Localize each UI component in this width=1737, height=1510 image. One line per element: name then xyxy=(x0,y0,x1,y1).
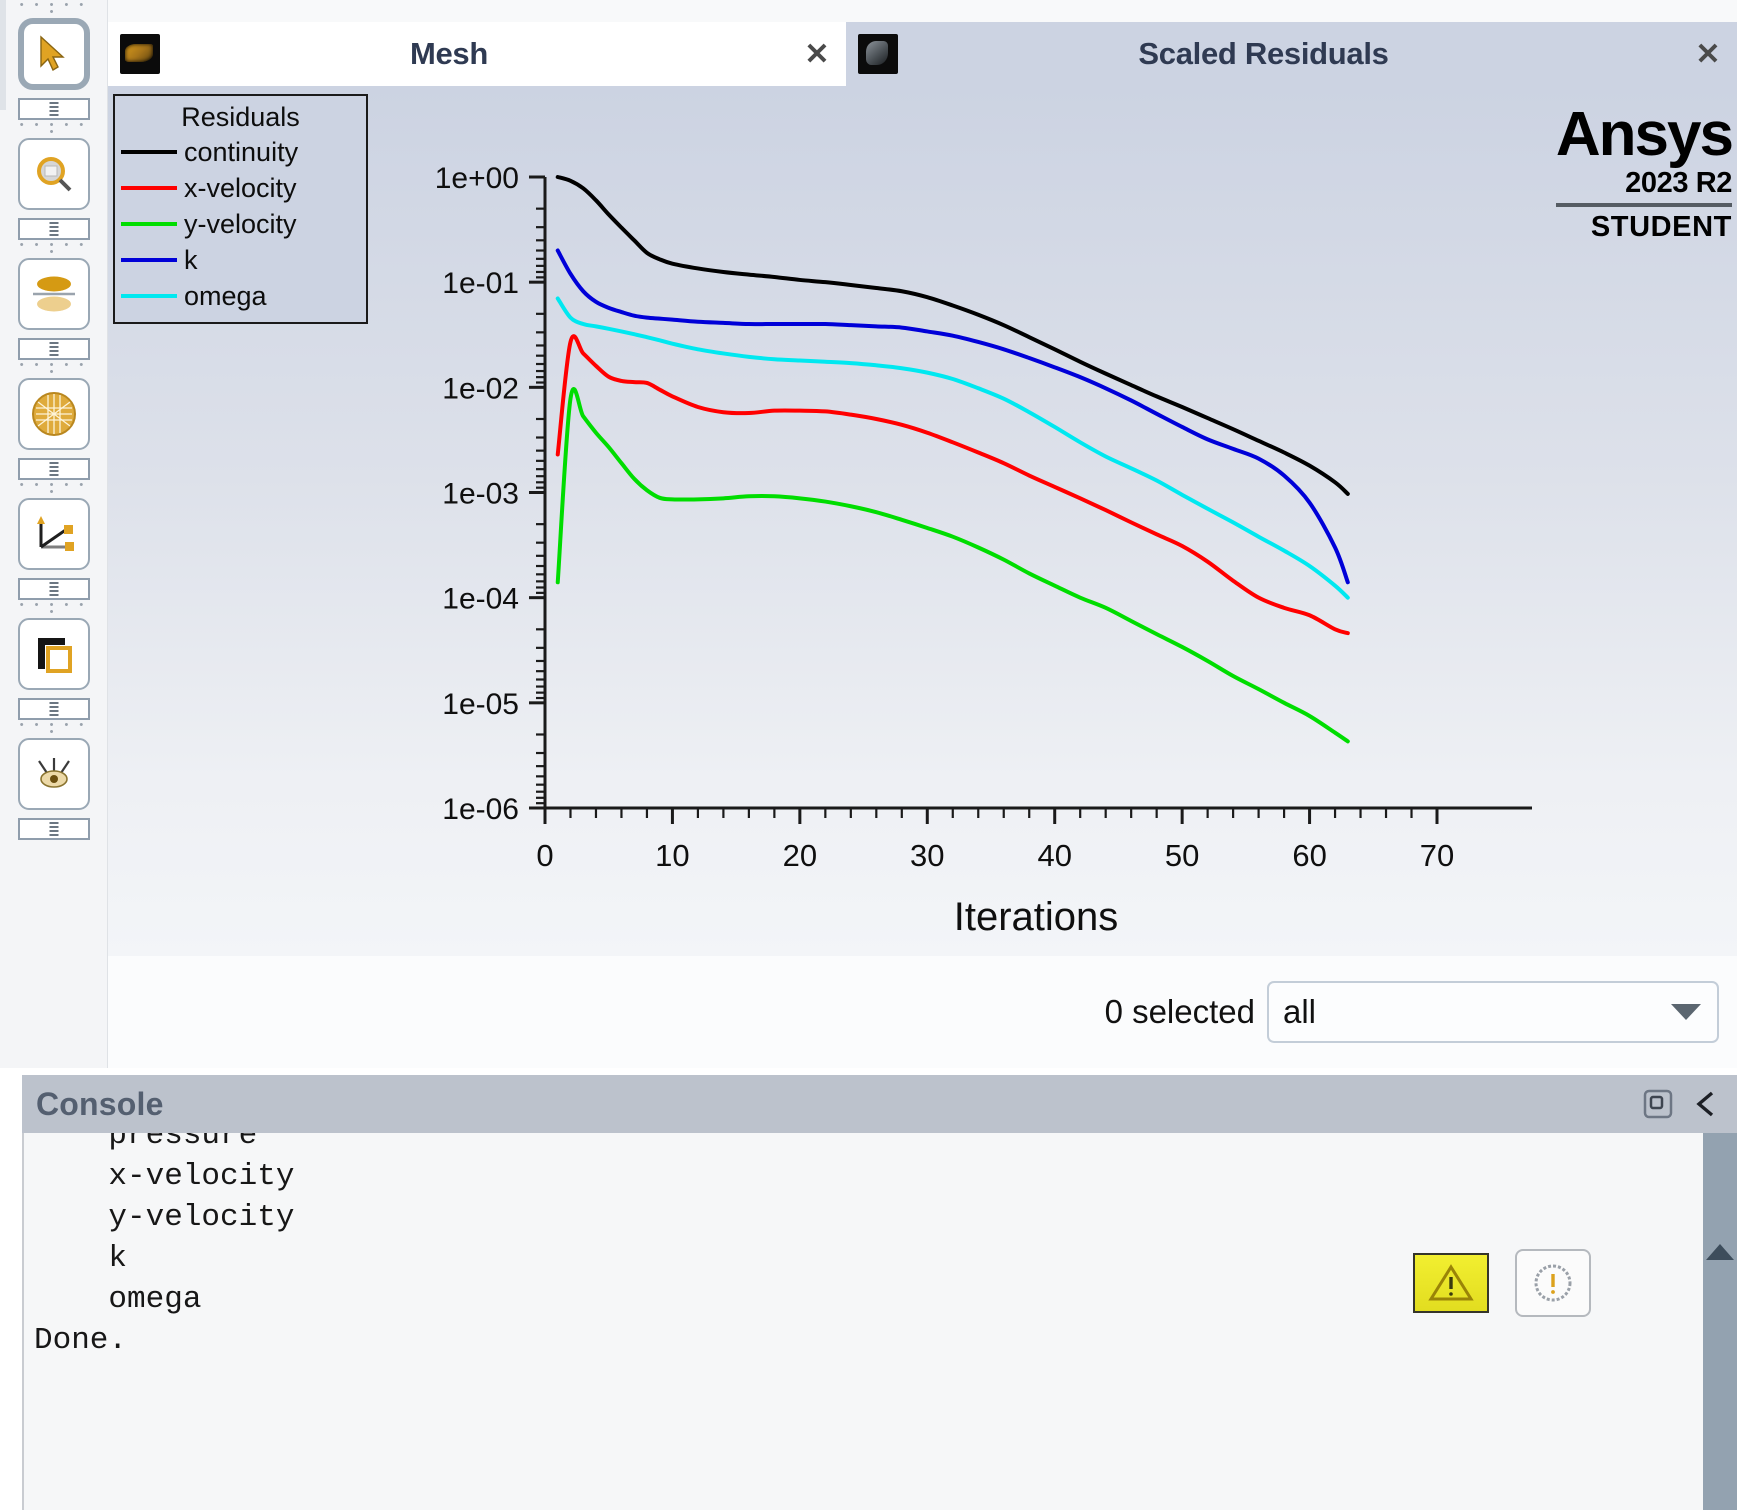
svg-text:30: 30 xyxy=(910,838,944,873)
console-output[interactable]: pressure x-velocity y-velocity k omega D… xyxy=(22,1133,1737,1510)
svg-text:1e-01: 1e-01 xyxy=(442,267,519,300)
chart-legend: Residuals continuity x-velocity y-veloci… xyxy=(113,94,368,324)
console-line: pressure xyxy=(34,1133,258,1153)
legend-item-y-velocity[interactable]: y-velocity xyxy=(115,206,366,242)
info-badge[interactable] xyxy=(1515,1249,1591,1317)
svg-text:10: 10 xyxy=(655,838,689,873)
svg-text:Iterations: Iterations xyxy=(954,895,1119,939)
console-title: Console xyxy=(36,1085,164,1122)
select-cursor-tool[interactable] xyxy=(17,18,90,90)
tab-mesh-close-icon[interactable]: ✕ xyxy=(788,37,846,72)
tab-mesh[interactable]: Mesh ✕ xyxy=(108,22,846,86)
residuals-plot-panel[interactable]: 1e+00 1e-01 1e-02 1e-03 1e-04 1e-05 1e-06 0 10 20… xyxy=(108,86,1737,956)
warning-badge[interactable] xyxy=(1413,1253,1489,1313)
toolbar-dots-2: • • • • • •• • • • • • xyxy=(19,120,88,136)
toolbar-dots-5: • • • • • •• • • • • • xyxy=(19,480,88,496)
toolbar-dots-4: • • • • • •• • • • • • xyxy=(19,360,88,376)
toolbar-dots-3: • • • • • •• • • • • • xyxy=(19,240,88,256)
legend-swatch-y-velocity xyxy=(121,222,177,226)
svg-text:70: 70 xyxy=(1420,838,1454,873)
chevron-left-icon[interactable] xyxy=(1693,1089,1723,1119)
ansys-version-text: 2023 R2 xyxy=(1625,167,1732,199)
ansys-brand-text: Ansys xyxy=(1555,100,1734,169)
axes-tool[interactable] xyxy=(17,498,90,570)
tab-mesh-label: Mesh xyxy=(409,36,489,71)
console-header: Console xyxy=(22,1075,1737,1133)
legend-item-omega[interactable]: omega xyxy=(115,278,366,314)
axes-tool-slider[interactable] xyxy=(17,578,90,600)
scroll-up-arrow-icon[interactable] xyxy=(1706,1244,1734,1260)
legend-swatch-x-velocity xyxy=(121,186,177,190)
view-tool[interactable] xyxy=(17,738,90,810)
mirror-planes-icon xyxy=(32,276,75,312)
legend-label-continuity: continuity xyxy=(184,136,299,167)
selection-bar: 0 selected all xyxy=(108,956,1737,1068)
mesh-tool-slider[interactable] xyxy=(17,458,90,480)
ansys-logo: Ansys 2023 R2 STUDENT xyxy=(1432,100,1734,244)
legend-item-continuity[interactable]: continuity xyxy=(115,134,366,170)
legend-label-omega: omega xyxy=(184,280,267,311)
copy-tool-slider[interactable] xyxy=(17,698,90,720)
tab-bar-background xyxy=(108,0,1737,22)
selection-filter-dropdown[interactable]: all xyxy=(1267,981,1719,1043)
legend-label-x-velocity: x-velocity xyxy=(184,172,297,203)
zoom-tool-slider[interactable] xyxy=(17,218,90,240)
chevron-down-icon xyxy=(1671,1004,1701,1020)
undock-window-icon[interactable] xyxy=(1643,1089,1673,1119)
copy-view-tool[interactable] xyxy=(17,618,90,690)
ansys-edition-text: STUDENT xyxy=(1590,211,1732,243)
magnifier-icon xyxy=(36,157,71,192)
mirror-tool-slider[interactable] xyxy=(17,338,90,360)
selection-count-label: 0 selected xyxy=(1104,993,1255,1030)
copy-layers-icon xyxy=(37,638,72,673)
mesh-thumbnail-icon xyxy=(120,34,160,74)
console-line: y-velocity xyxy=(34,1200,295,1235)
legend-item-x-velocity[interactable]: x-velocity xyxy=(115,170,366,206)
legend-swatch-continuity xyxy=(121,150,177,154)
legend-swatch-k xyxy=(121,258,177,262)
info-circle-icon xyxy=(1534,1264,1572,1302)
console-line: Done. xyxy=(34,1323,128,1358)
view-tool-slider[interactable] xyxy=(17,818,90,840)
svg-text:1e+00: 1e+00 xyxy=(435,162,519,195)
toolbar-dots-7: • • • • • •• • • • • • xyxy=(19,720,88,736)
svg-text:20: 20 xyxy=(783,838,817,873)
legend-label-k: k xyxy=(184,244,198,275)
svg-text:0: 0 xyxy=(536,838,553,873)
mirror-tool[interactable] xyxy=(17,258,90,330)
tab-scaled-residuals[interactable]: Scaled Residuals ✕ xyxy=(846,22,1737,86)
eye-view-icon xyxy=(37,758,70,788)
cursor-arrow-icon xyxy=(39,35,65,72)
tab-residuals-close-icon[interactable]: ✕ xyxy=(1679,37,1737,72)
legend-item-k[interactable]: k xyxy=(115,242,366,278)
toolbar-rail-edge xyxy=(0,0,6,110)
toolbar-dots-6: • • • • • •• • • • • • xyxy=(19,600,88,616)
legend-swatch-omega xyxy=(121,294,177,298)
coordinate-axes-icon xyxy=(36,516,74,551)
selection-filter-value: all xyxy=(1283,993,1317,1030)
mesh-display-tool[interactable] xyxy=(17,378,90,450)
svg-text:60: 60 xyxy=(1292,838,1326,873)
legend-label-y-velocity: y-velocity xyxy=(184,208,297,239)
tab-residuals-label: Scaled Residuals xyxy=(1138,36,1389,71)
console-line: x-velocity xyxy=(34,1159,295,1194)
warning-triangle-icon xyxy=(1428,1264,1474,1301)
svg-text:1e-04: 1e-04 xyxy=(442,583,519,616)
svg-text:1e-06: 1e-06 xyxy=(442,793,519,826)
svg-text:50: 50 xyxy=(1165,838,1199,873)
toolbar-drag-dots[interactable]: • • • • • • xyxy=(18,0,90,16)
mesh-sphere-icon xyxy=(31,392,76,436)
svg-text:1e-05: 1e-05 xyxy=(442,688,519,721)
ansys-logo-divider xyxy=(1556,203,1732,207)
svg-text:1e-03: 1e-03 xyxy=(442,478,519,511)
svg-text:1e-02: 1e-02 xyxy=(442,372,519,405)
legend-title: Residuals xyxy=(181,102,300,132)
console-scrollbar[interactable] xyxy=(1703,1133,1737,1510)
select-tool-slider[interactable] xyxy=(17,98,90,120)
zoom-tool[interactable] xyxy=(17,138,90,210)
svg-text:40: 40 xyxy=(1037,838,1071,873)
left-toolbar: • • • • • • • • • • • • • • • • • • • • •… xyxy=(0,0,108,1175)
residuals-thumbnail-icon xyxy=(858,34,898,74)
